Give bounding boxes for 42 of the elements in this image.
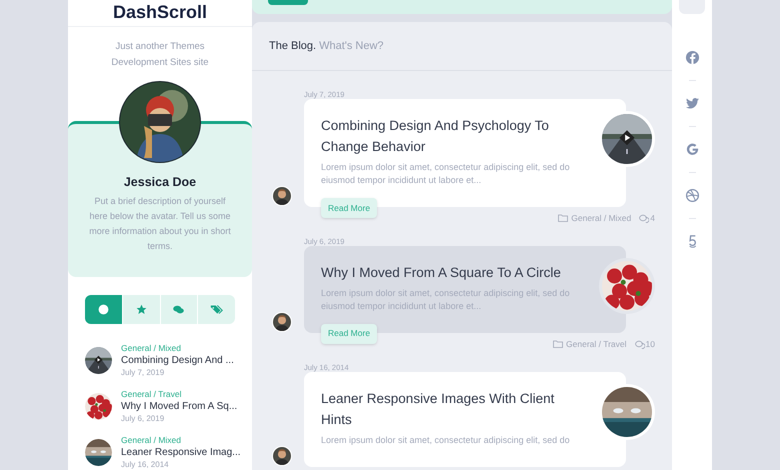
folder-icon — [558, 214, 568, 222]
post-title[interactable]: Why I Moved From A Square To A Circle — [321, 262, 576, 283]
top-button[interactable] — [268, 0, 308, 5]
read-more-button[interactable]: Read More — [321, 198, 378, 218]
category-link[interactable]: General / Mixed — [121, 342, 234, 354]
post-title[interactable]: Leaner Responsive Images With Client Hints — [321, 388, 576, 430]
folder-icon — [553, 340, 564, 348]
blog-subtitle: What's New? — [319, 38, 384, 54]
sidebar-tab[interactable] — [85, 295, 122, 324]
sidebar-tab[interactable] — [198, 295, 235, 324]
comments-icon — [634, 340, 645, 349]
recent-post-date: July 6, 2019 — [121, 413, 166, 424]
comments-icon — [172, 303, 186, 316]
comment-count: 10 — [646, 338, 655, 350]
comment-count: 4 — [650, 212, 655, 225]
google-icon[interactable] — [684, 142, 700, 157]
sidebar-tab[interactable] — [122, 295, 160, 324]
profile-description: Put a brief description of yourself here below the avatar. Tell us some more information about you in short terms. — [88, 194, 232, 253]
sidebar-tab[interactable] — [160, 295, 198, 324]
recent-post-date: July 7, 2019 — [121, 367, 166, 378]
facebook-icon[interactable] — [684, 50, 700, 65]
site-logo: DashScroll — [112, 1, 208, 23]
comments-icon — [639, 214, 650, 223]
site-tagline: Just another Themes Development Sites site — [110, 40, 210, 70]
post-title[interactable]: Combining Design And Psychology To Change Behavior — [321, 115, 576, 157]
category-link[interactable]: General / Mixed — [121, 434, 241, 446]
category-link[interactable]: General / Travel — [121, 388, 238, 400]
read-more-button[interactable]: Read More — [321, 324, 378, 344]
post-category[interactable]: General / Mixed — [571, 212, 632, 225]
tags-icon — [210, 303, 224, 316]
twitter-icon[interactable] — [684, 96, 700, 111]
recent-post-date: July 16, 2014 — [121, 459, 170, 470]
blog-title: The Blog. — [269, 38, 316, 54]
recent-post-title[interactable]: Combining Design And ... — [121, 354, 234, 367]
recent-post-title[interactable]: Why I Moved From A Sq... — [121, 400, 238, 413]
recent-post-title[interactable]: Leaner Responsive Imag... — [121, 446, 241, 459]
post-category[interactable]: General / Travel — [566, 338, 627, 350]
profile-name: Jessica Doe — [124, 174, 196, 190]
post-excerpt: Lorem ipsum dolor sit amet, consectetur adipiscing elit, sed do eiusmod tempor incididunt ut labore et... — [321, 161, 571, 187]
post-excerpt: Lorem ipsum dolor sit amet, consectetur adipiscing elit, sed do — [321, 434, 571, 446]
star-icon — [134, 303, 148, 316]
dribbble-icon[interactable] — [684, 188, 700, 203]
